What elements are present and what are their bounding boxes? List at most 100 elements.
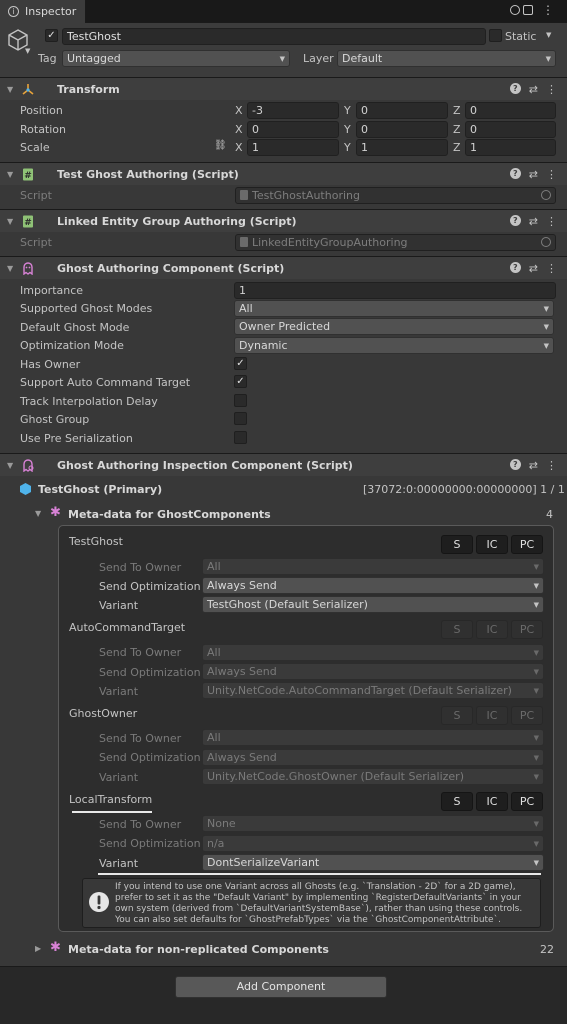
settings-sliders-icon[interactable]: ⇄ (529, 459, 538, 472)
settings-sliders-icon[interactable]: ⇄ (529, 168, 538, 181)
script-field[interactable]: TestGhostAuthoring (235, 187, 556, 204)
send-optimization-dropdown[interactable]: Always Send (202, 663, 544, 680)
interpolated-client-toggle-button[interactable]: IC (476, 535, 508, 554)
kebab-menu-icon[interactable]: ⋮ (546, 262, 557, 275)
nonreplicated-components-label[interactable]: Meta-data for non-replicated Components (68, 943, 329, 956)
linked-entity-group-header[interactable]: ▼ # Linked Entity Group Authoring (Scrip… (0, 209, 567, 232)
interpolated-client-toggle-button[interactable]: IC (476, 792, 508, 811)
send-optimization-dropdown[interactable]: n/a (202, 835, 544, 852)
interpolated-client-toggle-button[interactable]: IC (476, 620, 508, 639)
link-icon[interactable]: ⛓ (214, 140, 227, 151)
scale-y-input[interactable]: 1 (356, 139, 448, 156)
active-checkbox[interactable]: ✓ (45, 29, 58, 42)
server-toggle-button[interactable]: S (441, 792, 473, 811)
tag-dropdown[interactable]: Untagged (62, 50, 290, 67)
ghost-group-checkbox[interactable] (234, 412, 247, 425)
send-to-owner-dropdown[interactable]: All (202, 558, 544, 575)
kebab-menu-icon[interactable]: ⋮ (546, 215, 557, 228)
add-component-button[interactable]: Add Component (175, 976, 387, 998)
kebab-menu-icon[interactable]: ⋮ (542, 3, 554, 17)
variant-dropdown[interactable]: DontSerializeVariant (202, 854, 544, 871)
svg-text:#: # (24, 171, 32, 181)
settings-sliders-icon[interactable]: ⇄ (529, 83, 538, 96)
inspection-header[interactable]: ▼ Ghost Authoring Inspection Component (… (0, 453, 567, 476)
variant-dropdown[interactable]: Unity.NetCode.AutoCommandTarget (Default… (202, 682, 544, 699)
send-to-owner-dropdown[interactable]: All (202, 729, 544, 746)
meta-components-label[interactable]: Meta-data for GhostComponents (68, 508, 271, 521)
rotation-z-input[interactable]: 0 (465, 121, 556, 138)
auto-command-label: Support Auto Command Target (20, 376, 191, 389)
tab-inspector[interactable]: i Inspector (0, 0, 86, 23)
expand-arrow-icon[interactable]: ▶ (35, 944, 41, 953)
default-mode-dropdown[interactable]: Owner Predicted (234, 318, 554, 335)
settings-sliders-icon[interactable]: ⇄ (529, 215, 538, 228)
axis-x-label: X (235, 141, 243, 154)
predicted-client-toggle-button[interactable]: PC (511, 535, 543, 554)
server-toggle-button[interactable]: S (441, 706, 473, 725)
lock-icon[interactable] (510, 5, 520, 15)
component-title: Ghost Authoring Inspection Component (Sc… (57, 458, 353, 472)
kebab-menu-icon[interactable]: ⋮ (546, 459, 557, 472)
maximize-icon[interactable] (523, 5, 533, 15)
object-picker-icon[interactable] (541, 190, 551, 200)
position-z-input[interactable]: 0 (465, 102, 556, 119)
ghost-authoring-header[interactable]: ▼ Ghost Authoring Component (Script) ? ⇄… (0, 256, 567, 279)
help-icon[interactable]: ? (509, 82, 521, 94)
server-toggle-button[interactable]: S (441, 620, 473, 639)
server-toggle-button[interactable]: S (441, 535, 473, 554)
collapse-arrow-icon[interactable]: ▼ (7, 170, 13, 179)
rotation-x-input[interactable]: 0 (247, 121, 339, 138)
scale-x-input[interactable]: 1 (247, 139, 339, 156)
entity-hex-icon (20, 483, 31, 495)
static-dropdown-icon[interactable]: ▼ (546, 31, 551, 39)
settings-sliders-icon[interactable]: ⇄ (529, 262, 538, 275)
help-icon[interactable]: ? (509, 167, 521, 179)
auto-command-checkbox[interactable]: ✓ (234, 375, 247, 388)
predicted-client-toggle-button[interactable]: PC (511, 620, 543, 639)
cube-dropdown-icon[interactable]: ▼ (25, 47, 30, 55)
collapse-arrow-icon[interactable]: ▼ (35, 509, 41, 518)
pre-serialization-checkbox[interactable] (234, 431, 247, 444)
script-label: Script (20, 189, 52, 202)
layer-dropdown[interactable]: Default (337, 50, 556, 67)
collapse-arrow-icon[interactable]: ▼ (7, 461, 13, 470)
rotation-y-input[interactable]: 0 (356, 121, 448, 138)
help-icon[interactable]: ? (509, 458, 521, 470)
send-optimization-dropdown[interactable]: Always Send (202, 577, 544, 594)
send-to-owner-dropdown[interactable]: All (202, 644, 544, 661)
collapse-arrow-icon[interactable]: ▼ (7, 264, 13, 273)
transform-header[interactable]: ▼ Transform ? ⇄ ⋮ (0, 77, 567, 100)
scale-z-input[interactable]: 1 (465, 139, 556, 156)
component-title: Linked Entity Group Authoring (Script) (57, 214, 297, 228)
script-field[interactable]: LinkedEntityGroupAuthoring (235, 234, 556, 251)
send-to-owner-label: Send To Owner (99, 732, 182, 745)
supported-modes-dropdown[interactable]: All (234, 300, 554, 317)
collapse-arrow-icon[interactable]: ▼ (7, 85, 13, 94)
help-icon[interactable]: ? (509, 214, 521, 226)
static-label: Static (505, 30, 537, 43)
predicted-client-toggle-button[interactable]: PC (511, 792, 543, 811)
collapse-arrow-icon[interactable]: ▼ (7, 217, 13, 226)
variant-dropdown[interactable]: Unity.NetCode.GhostOwner (Default Serial… (202, 768, 544, 785)
object-name-input[interactable]: TestGhost (62, 28, 486, 45)
help-icon[interactable]: ? (509, 261, 521, 273)
object-picker-icon[interactable] (541, 237, 551, 247)
importance-input[interactable]: 1 (234, 282, 556, 299)
predicted-client-toggle-button[interactable]: PC (511, 706, 543, 725)
interpolated-client-toggle-button[interactable]: IC (476, 706, 508, 725)
optimization-mode-dropdown[interactable]: Dynamic (234, 337, 554, 354)
kebab-menu-icon[interactable]: ⋮ (546, 168, 557, 181)
track-interpolation-checkbox[interactable] (234, 394, 247, 407)
highlight-underline (98, 873, 541, 875)
variant-dropdown[interactable]: TestGhost (Default Serializer) (202, 596, 544, 613)
position-y-input[interactable]: 0 (356, 102, 448, 119)
supported-modes-label: Supported Ghost Modes (20, 302, 153, 315)
send-to-owner-dropdown[interactable]: None (202, 815, 544, 832)
send-optimization-dropdown[interactable]: Always Send (202, 749, 544, 766)
test-ghost-authoring-header[interactable]: ▼ # Test Ghost Authoring (Script) ? ⇄ ⋮ (0, 162, 567, 185)
kebab-menu-icon[interactable]: ⋮ (546, 83, 557, 96)
position-x-input[interactable]: -3 (247, 102, 339, 119)
static-checkbox[interactable] (489, 29, 502, 42)
has-owner-checkbox[interactable]: ✓ (234, 357, 247, 370)
component-name: GhostOwner (69, 707, 138, 720)
